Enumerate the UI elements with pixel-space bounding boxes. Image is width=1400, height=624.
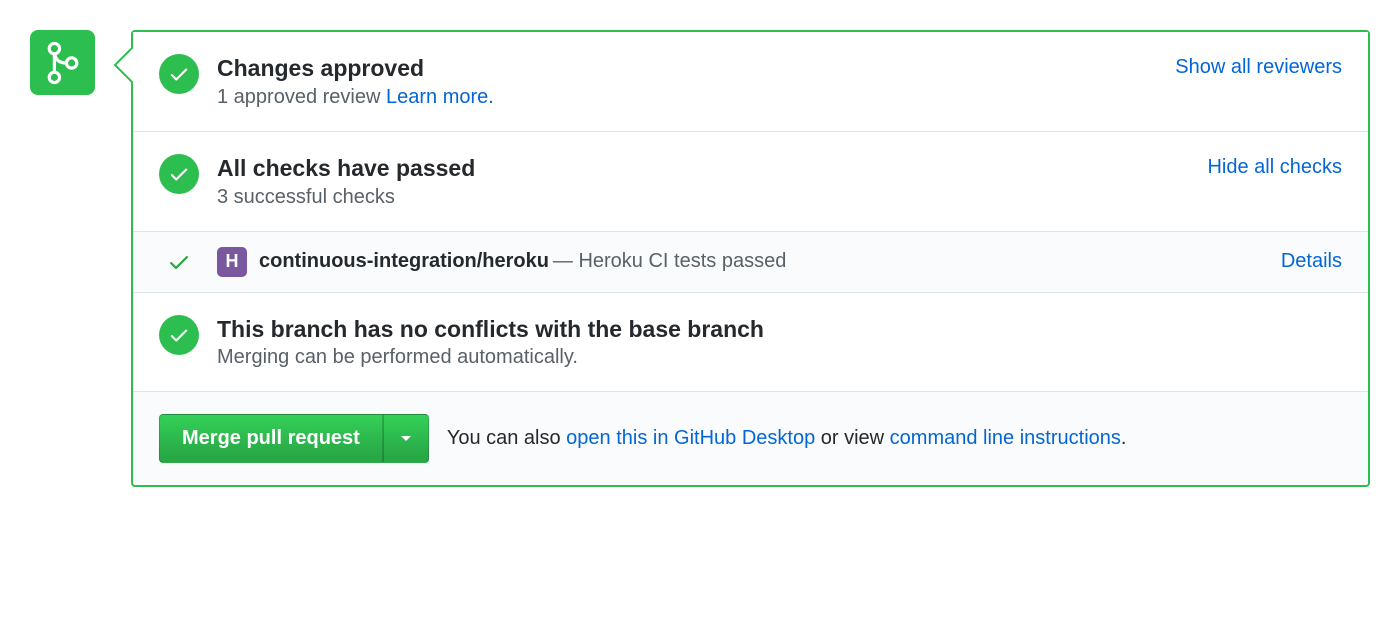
approval-heading: Changes approved <box>217 54 1175 83</box>
heroku-app-icon: H <box>217 247 247 277</box>
check-message: — Heroku CI tests passed <box>553 250 786 272</box>
check-icon <box>159 315 199 355</box>
checks-heading: All checks have passed <box>217 154 1207 183</box>
merge-options-dropdown[interactable] <box>383 414 429 463</box>
hide-checks-link[interactable]: Hide all checks <box>1207 156 1342 179</box>
merge-status-box: Changes approved 1 approved review Learn… <box>131 30 1370 487</box>
merge-footer: Merge pull request You can also open thi… <box>133 392 1368 485</box>
checks-section: All checks have passed 3 successful chec… <box>133 132 1368 232</box>
show-reviewers-link[interactable]: Show all reviewers <box>1175 56 1342 79</box>
check-text: continuous-integration/heroku — Heroku C… <box>259 250 786 273</box>
open-desktop-link[interactable]: open this in GitHub Desktop <box>566 427 815 449</box>
merge-button-group: Merge pull request <box>159 414 429 463</box>
checks-subtext: 3 successful checks <box>217 186 1207 209</box>
check-details-link[interactable]: Details <box>1281 250 1342 273</box>
conflicts-section: This branch has no conflicts with the ba… <box>133 293 1368 393</box>
merge-hint-text: You can also open this in GitHub Desktop… <box>447 427 1127 450</box>
chevron-down-icon <box>400 435 412 443</box>
merge-pull-request-button[interactable]: Merge pull request <box>159 414 383 463</box>
check-item-row: H continuous-integration/heroku — Heroku… <box>133 232 1368 293</box>
check-icon <box>159 54 199 94</box>
check-name: continuous-integration/heroku <box>259 250 549 272</box>
check-icon <box>159 154 199 194</box>
approval-subtext: 1 approved review Learn more. <box>217 86 1175 109</box>
approval-section: Changes approved 1 approved review Learn… <box>133 32 1368 132</box>
check-success-icon <box>159 250 199 274</box>
conflicts-subtext: Merging can be performed automatically. <box>217 346 1342 369</box>
git-merge-icon <box>30 30 95 95</box>
command-line-link[interactable]: command line instructions <box>890 427 1121 449</box>
approval-count-text: 1 approved review <box>217 86 380 108</box>
conflicts-heading: This branch has no conflicts with the ba… <box>217 315 1342 344</box>
learn-more-link[interactable]: Learn more. <box>386 86 494 108</box>
